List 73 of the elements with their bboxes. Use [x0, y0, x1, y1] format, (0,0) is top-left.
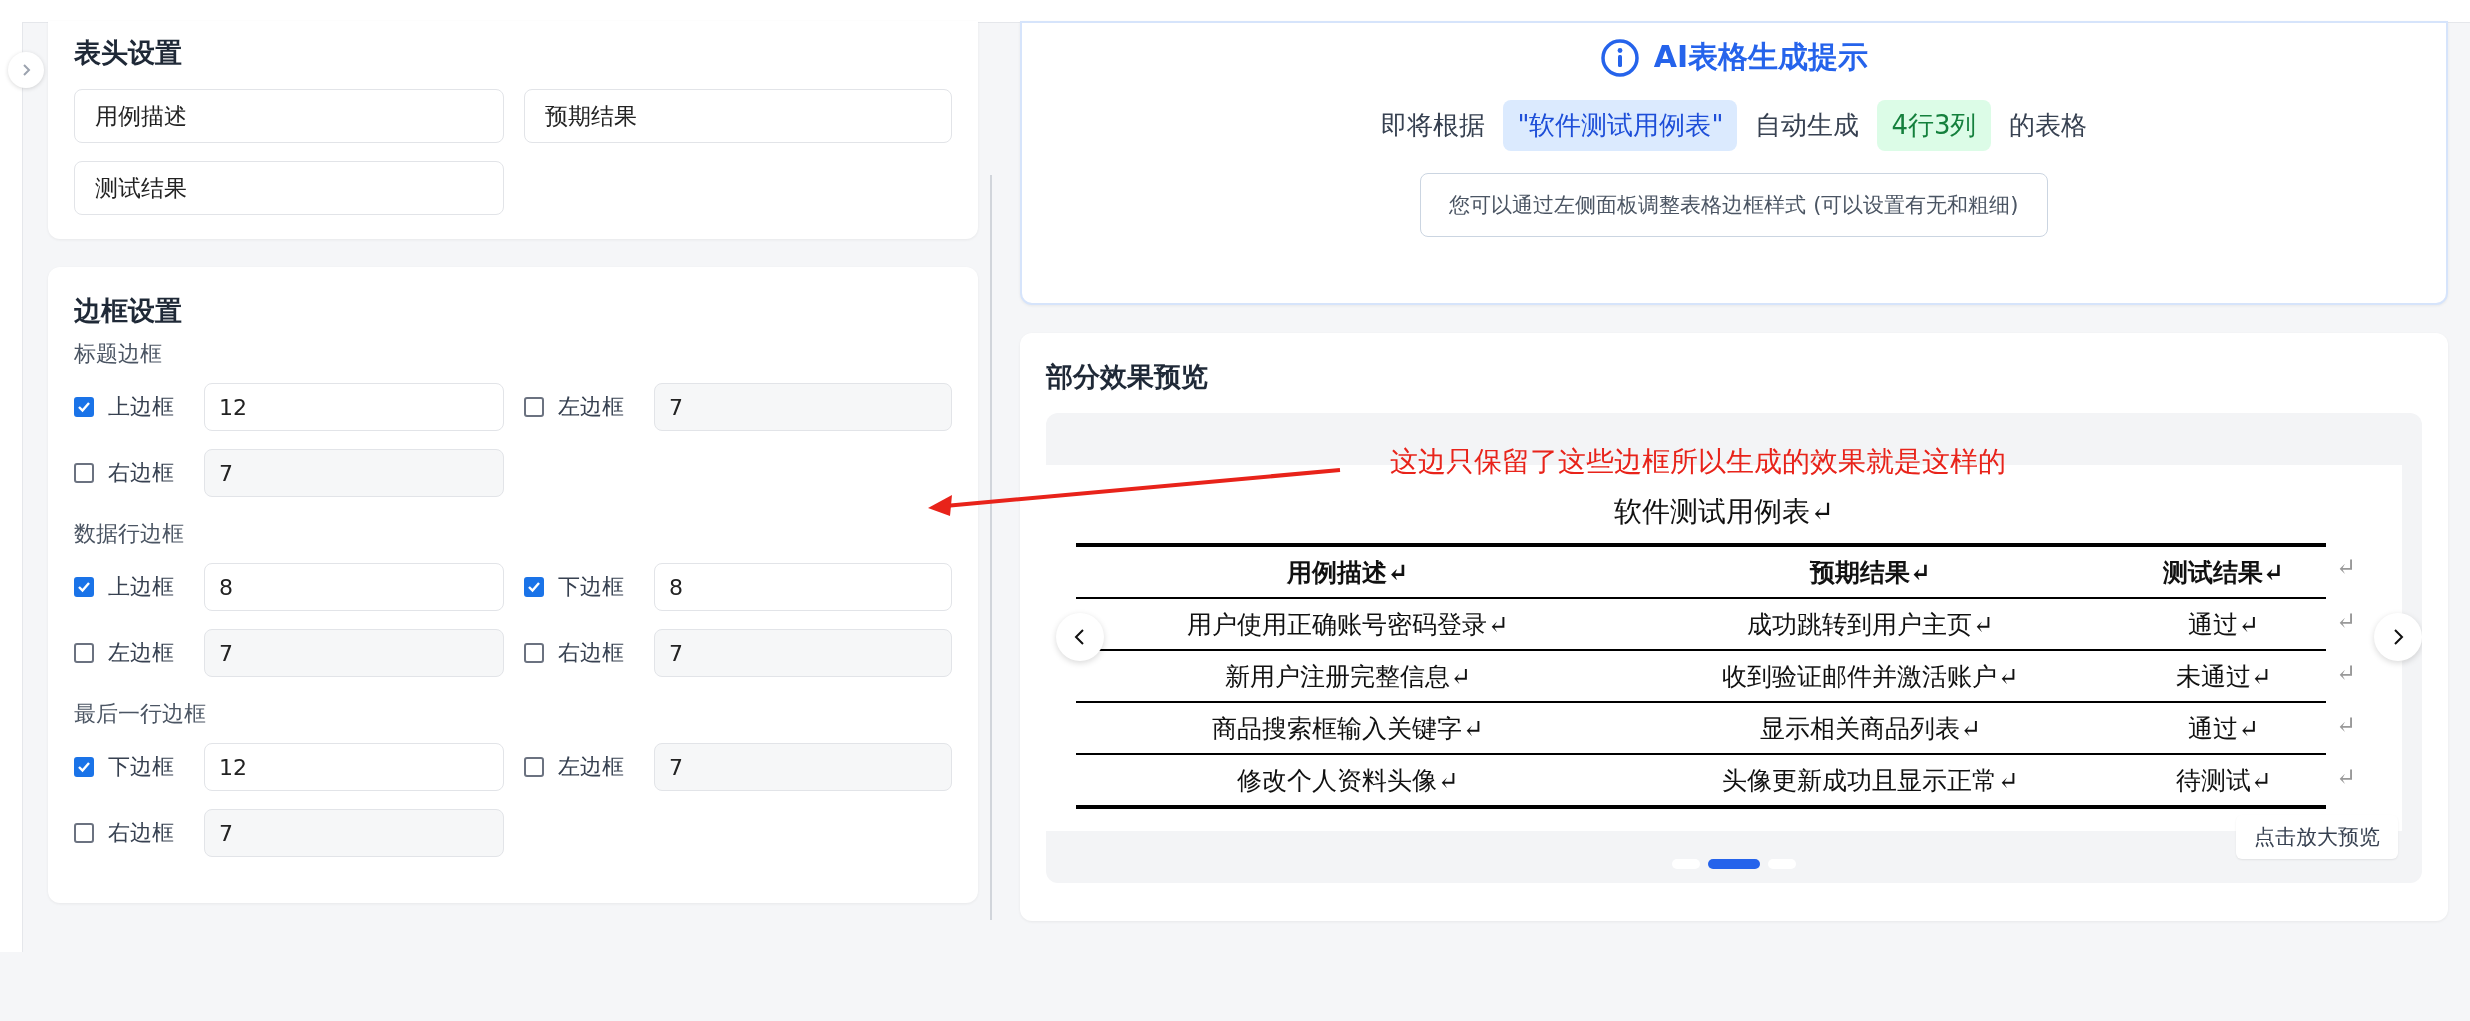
- border-width-field[interactable]: 7: [204, 449, 504, 497]
- table-cell: 通过↵: [2121, 598, 2326, 650]
- section-title: 部分效果预览: [1046, 360, 1209, 394]
- zoom-preview-button[interactable]: 点击放大预览: [2236, 815, 2398, 859]
- hint-title: AI表格生成提示: [1653, 38, 1869, 76]
- column-name-field[interactable]: 用例描述: [74, 89, 504, 143]
- checkbox-label: 下边框: [108, 753, 175, 781]
- border-width-field[interactable]: 8: [204, 563, 504, 611]
- table-cell: 商品搜索框输入关键字↵: [1076, 702, 1620, 754]
- slide-indicator[interactable]: [1708, 859, 1760, 869]
- hint-text: 的表格: [2008, 109, 2087, 142]
- check-icon: [77, 400, 91, 414]
- column-name-field[interactable]: 预期结果: [524, 89, 952, 143]
- group-label: 标题边框: [74, 340, 163, 368]
- section-title: 边框设置: [74, 294, 183, 328]
- checkbox-label: 右边框: [108, 819, 175, 847]
- checkbox-label: 下边框: [558, 573, 625, 601]
- table-cell: 头像更新成功且显示正常↵: [1619, 754, 2122, 807]
- checkbox-label: 上边框: [108, 573, 175, 601]
- check-icon: [527, 580, 541, 594]
- table-cell: 待测试↵: [2121, 754, 2326, 807]
- border-width-field[interactable]: 7: [204, 809, 504, 857]
- border-width-field[interactable]: 7: [654, 629, 952, 677]
- checkbox[interactable]: [74, 397, 94, 417]
- checkbox[interactable]: [74, 577, 94, 597]
- check-icon: [77, 580, 91, 594]
- checkbox-label: 左边框: [558, 393, 625, 421]
- paragraph-mark: ↵: [2336, 711, 2357, 739]
- table-cell: 未通过↵: [2121, 650, 2326, 702]
- paragraph-mark: ↵: [2336, 763, 2357, 791]
- checkbox-label: 左边框: [108, 639, 175, 667]
- border-width-field[interactable]: 7: [654, 743, 952, 791]
- table-cell: 通过↵: [2121, 702, 2326, 754]
- checkbox[interactable]: [74, 643, 94, 663]
- border-width-field[interactable]: 12: [204, 383, 504, 431]
- hint-text: 自动生成: [1755, 109, 1860, 142]
- checkbox[interactable]: [524, 397, 544, 417]
- table-cell: 成功跳转到用户主页↵: [1619, 598, 2122, 650]
- table-name-tag: "软件测试用例表": [1503, 100, 1738, 151]
- hint-text: 即将根据: [1381, 109, 1486, 142]
- border-width-field[interactable]: 8: [654, 563, 952, 611]
- checkbox[interactable]: [524, 757, 544, 777]
- column-name-field[interactable]: 测试结果: [74, 161, 504, 215]
- document-title: 软件测试用例表↵: [1613, 494, 1835, 530]
- border-width-field[interactable]: 7: [654, 383, 952, 431]
- group-label: 数据行边框: [74, 520, 185, 548]
- info-icon: [1599, 37, 1640, 78]
- border-width-field[interactable]: 7: [204, 629, 504, 677]
- paragraph-mark: ↵: [2336, 607, 2357, 635]
- table-header-cell: 预期结果↵: [1619, 545, 2122, 598]
- table-cell: 修改个人资料头像↵: [1076, 754, 1620, 807]
- checkbox[interactable]: [524, 643, 544, 663]
- paragraph-mark: ↵: [2336, 659, 2357, 687]
- checkbox-label: 右边框: [558, 639, 625, 667]
- section-title: 表头设置: [74, 36, 183, 70]
- checkbox[interactable]: [524, 577, 544, 597]
- check-icon: [77, 760, 91, 774]
- checkbox-label: 左边框: [558, 753, 625, 781]
- table-size-tag: 4行3列: [1877, 100, 1991, 151]
- checkbox-label: 右边框: [108, 459, 175, 487]
- checkbox[interactable]: [74, 823, 94, 843]
- table-header-cell: 测试结果↵: [2121, 545, 2326, 598]
- checkbox[interactable]: [74, 757, 94, 777]
- hint-note: 您可以通过左侧面板调整表格边框样式 (可以设置有无和粗细): [1420, 173, 2048, 237]
- border-width-field[interactable]: 12: [204, 743, 504, 791]
- table-cell: 收到验证邮件并激活账户↵: [1619, 650, 2122, 702]
- table-cell: 显示相关商品列表↵: [1619, 702, 2122, 754]
- group-label: 最后一行边框: [74, 700, 207, 728]
- table-header-cell: 用例描述↵: [1076, 545, 1620, 598]
- checkbox-label: 上边框: [108, 393, 175, 421]
- paragraph-mark: ↵: [2336, 553, 2357, 581]
- checkbox[interactable]: [74, 463, 94, 483]
- annotation-text: 这边只保留了这些边框所以生成的效果就是这样的: [1390, 444, 2006, 480]
